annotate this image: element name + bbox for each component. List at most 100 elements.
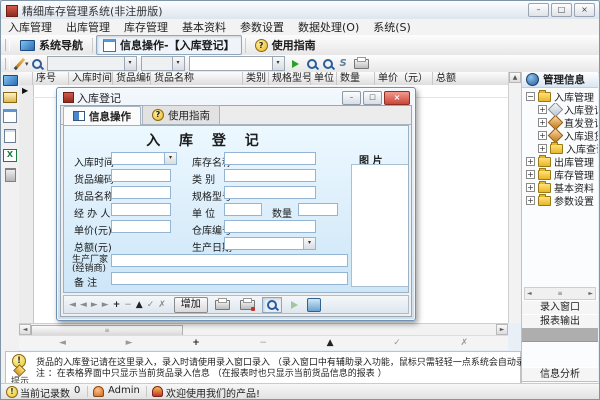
quantity-input[interactable] xyxy=(298,203,338,216)
tree-node-in-stock-register[interactable]: + 入库登记 xyxy=(522,103,598,116)
tree-node-inventory-mgmt[interactable]: + 库存管理 xyxy=(522,168,598,181)
col-item-code[interactable]: 货品编码 xyxy=(113,72,151,85)
tree-node-param-settings[interactable]: + 参数设置 xyxy=(522,194,598,207)
sidebar-mini-scrollbar[interactable]: ◄ ≡ ► xyxy=(524,287,596,300)
nav-prior-icon[interactable]: ◄ xyxy=(80,300,87,310)
sum-icon[interactable]: S xyxy=(340,58,347,69)
dialog-minimize-button[interactable]: – xyxy=(342,91,361,105)
tree-node-direct-register[interactable]: + 直发登记 xyxy=(522,116,598,129)
maximize-button[interactable]: □ xyxy=(551,3,572,17)
search-icon[interactable] xyxy=(32,59,42,69)
chevron-down-icon[interactable]: ▾ xyxy=(124,57,136,70)
collapse-icon[interactable]: − xyxy=(526,92,535,101)
zoom-in-icon[interactable] xyxy=(307,59,317,69)
nav-cancel-icon[interactable]: ✗ xyxy=(460,338,468,348)
add-button[interactable]: 增加 xyxy=(174,297,208,313)
manufacturer-input[interactable] xyxy=(111,254,348,267)
close-button[interactable]: × xyxy=(574,3,595,17)
menu-out-stock[interactable]: 出库管理 xyxy=(59,18,117,36)
col-unit-price[interactable]: 单价（元） xyxy=(375,72,433,85)
nav-insert-icon[interactable]: + xyxy=(192,338,200,348)
run-filter-icon[interactable] xyxy=(292,60,299,68)
chevron-down-icon[interactable]: ▾ xyxy=(303,238,315,249)
handler-input[interactable] xyxy=(111,203,171,216)
filter-operator-combo[interactable]: ▾ xyxy=(141,56,185,71)
tab-usage-guide[interactable]: ? 使用指南 xyxy=(142,105,220,124)
menu-params[interactable]: 参数设置 xyxy=(233,18,291,36)
menu-in-stock[interactable]: 入库管理 xyxy=(1,18,59,36)
dialog-close-button[interactable]: × xyxy=(384,91,410,105)
store-name-input[interactable] xyxy=(224,152,316,165)
tree-node-in-stock-mgmt[interactable]: − 入库管理 xyxy=(522,90,598,103)
chevron-down-icon[interactable]: ▾ xyxy=(164,153,176,164)
expand-icon[interactable]: + xyxy=(538,118,547,127)
unit-input[interactable] xyxy=(224,203,262,216)
scrollbar-thumb[interactable]: ≡ xyxy=(557,290,562,297)
grid-vertical-scrollbar[interactable]: ▲ xyxy=(508,72,521,323)
tree-node-in-stock-return[interactable]: + 入库退货 xyxy=(522,129,598,142)
col-in-time[interactable]: 入库时间 xyxy=(69,72,113,85)
item-code-input[interactable] xyxy=(111,169,171,182)
refresh-icon[interactable] xyxy=(307,298,321,312)
system-nav-button[interactable]: 系统导航 xyxy=(14,36,89,54)
expand-icon[interactable]: + xyxy=(526,183,535,192)
nav-edit-icon[interactable]: ▲ xyxy=(136,300,143,310)
filter-field-combo[interactable]: ▾ xyxy=(47,56,137,71)
usage-guide-button[interactable]: ? 使用指南 xyxy=(249,36,322,54)
prod-date-combo[interactable]: ▾ xyxy=(224,237,316,250)
col-spec[interactable]: 规格型号 xyxy=(269,72,311,85)
picture-box[interactable] xyxy=(351,164,409,287)
nav-post-icon[interactable]: ✓ xyxy=(147,300,155,310)
edit-pencil-icon[interactable] xyxy=(14,57,26,69)
delete-icon[interactable] xyxy=(5,168,16,182)
remark-input[interactable] xyxy=(111,272,348,285)
expand-icon[interactable]: + xyxy=(538,144,547,153)
menu-base-data[interactable]: 基本资料 xyxy=(175,18,233,36)
pencil-dropdown-icon[interactable]: ▾ xyxy=(25,60,29,68)
dialog-title-bar[interactable]: 入库登记 – □ × xyxy=(57,88,415,105)
chevron-down-icon[interactable]: ▾ xyxy=(172,57,184,70)
nav-insert-icon[interactable]: + xyxy=(113,300,121,310)
unit-price-input[interactable] xyxy=(111,220,171,233)
item-name-input[interactable] xyxy=(111,186,171,199)
entry-window-button[interactable]: 录入窗口 xyxy=(522,300,598,315)
nav-last-icon[interactable]: ► xyxy=(102,300,109,310)
expand-icon[interactable]: + xyxy=(526,157,535,166)
tree-node-out-stock-mgmt[interactable]: + 出库管理 xyxy=(522,155,598,168)
zoom-out-icon[interactable] xyxy=(323,59,333,69)
expand-icon[interactable]: + xyxy=(538,131,547,140)
col-item-name[interactable]: 货品名称 xyxy=(151,72,243,85)
nav-delete-icon[interactable]: − xyxy=(259,338,267,348)
expand-icon[interactable]: + xyxy=(526,196,535,205)
info-operation-button[interactable]: 信息操作-【入库登记】 xyxy=(96,35,242,55)
nav-cancel-icon[interactable]: ✗ xyxy=(158,300,166,310)
nav-next-icon[interactable]: ► xyxy=(91,300,98,310)
expand-icon[interactable]: + xyxy=(538,105,547,114)
col-seq[interactable]: 序号 xyxy=(33,72,69,85)
print-report-icon[interactable] xyxy=(240,300,255,310)
tab-info-operation[interactable]: 信息操作 xyxy=(63,106,141,125)
info-analysis-button[interactable]: 信息分析 xyxy=(522,367,598,382)
nav-post-icon[interactable]: ✓ xyxy=(393,338,401,348)
scroll-right-icon[interactable]: ► xyxy=(588,290,593,297)
preview-button[interactable] xyxy=(262,297,282,313)
print-icon[interactable] xyxy=(354,59,369,69)
col-qty[interactable]: 数量 xyxy=(337,72,375,85)
expand-icon[interactable]: + xyxy=(526,170,535,179)
report-output-button[interactable]: 报表输出 xyxy=(522,314,598,329)
nav-delete-icon[interactable]: − xyxy=(124,300,132,310)
scroll-right-icon[interactable]: ► xyxy=(496,324,508,335)
menu-system[interactable]: 系统(S) xyxy=(366,18,418,36)
tree-node-base-data[interactable]: + 基本资料 xyxy=(522,181,598,194)
spec-input[interactable] xyxy=(224,186,316,199)
selected-side-item[interactable] xyxy=(522,328,598,342)
report-doc-icon[interactable] xyxy=(4,129,16,143)
nav-first-icon[interactable]: ◄ xyxy=(69,300,76,310)
warehouse-code-input[interactable] xyxy=(224,220,316,233)
menu-inventory[interactable]: 库存管理 xyxy=(117,18,175,36)
minimize-button[interactable]: – xyxy=(528,3,549,17)
in-time-combo[interactable]: ▾ xyxy=(111,152,177,165)
run-disabled-icon[interactable] xyxy=(291,301,298,309)
dialog-maximize-button[interactable]: □ xyxy=(363,91,382,105)
edit-record-icon[interactable] xyxy=(3,92,17,103)
